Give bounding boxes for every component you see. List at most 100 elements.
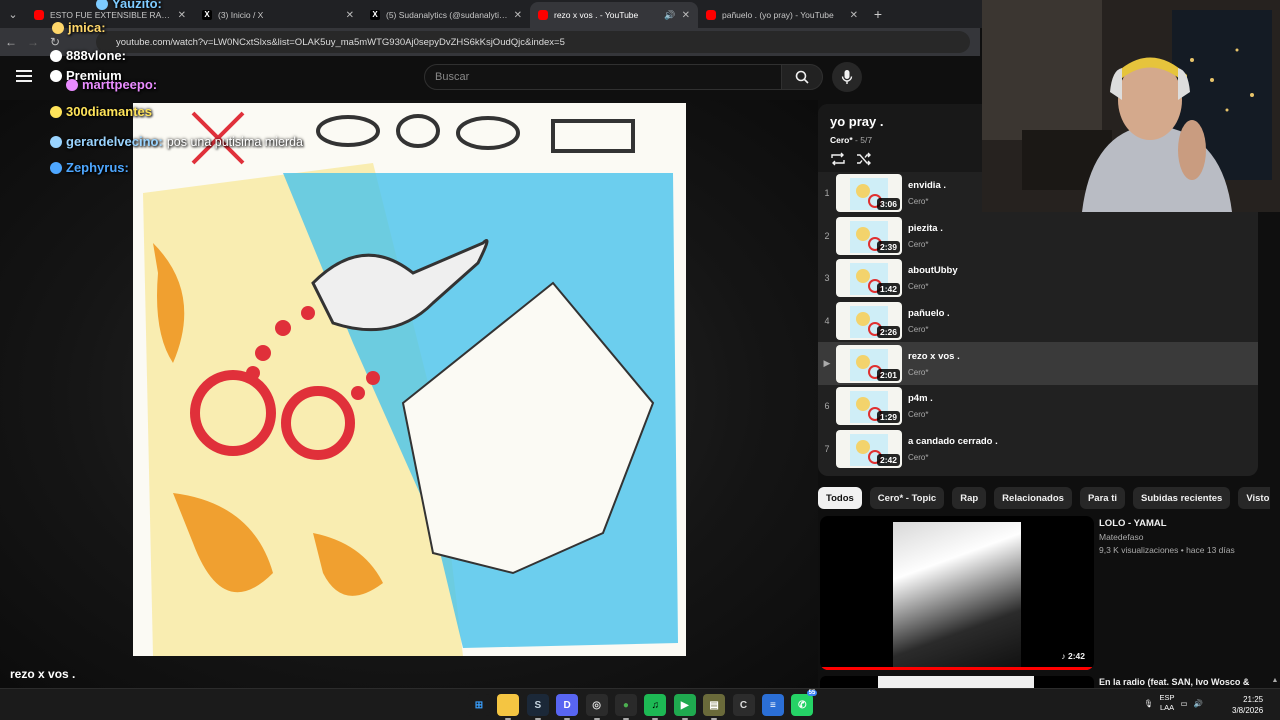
playlist-item[interactable]: 2 2:39 piezita . Cero*: [818, 215, 1258, 258]
back-button[interactable]: ←: [0, 35, 22, 49]
microphone-icon: [841, 70, 853, 84]
playlist-item-title[interactable]: aboutUbby: [908, 265, 958, 276]
search-placeholder: Buscar: [435, 71, 470, 83]
filter-chip[interactable]: Todos: [818, 487, 862, 509]
playlist-item-thumbnail[interactable]: 2:26: [836, 302, 902, 341]
close-tab-icon[interactable]: ✕: [514, 10, 522, 21]
playlist-position: - 5/7: [852, 135, 873, 145]
app-card-icon[interactable]: ▤: [703, 694, 726, 720]
playlist-item[interactable]: 3 1:42 aboutUbby Cero*: [818, 257, 1258, 300]
filter-chip[interactable]: Subidas recientes: [1133, 487, 1231, 509]
ccleaner-icon[interactable]: C: [732, 694, 755, 716]
filter-chip[interactable]: Para ti: [1079, 487, 1125, 509]
browser-tab[interactable]: X (3) Inicio / X ✕: [194, 2, 362, 28]
playlist-item[interactable]: ▶ 2:01 rezo x vos . Cero*: [818, 342, 1258, 385]
playlist-item[interactable]: 4 2:26 pañuelo . Cero*: [818, 300, 1258, 343]
browser-tab[interactable]: ESTO FUE EXTENSIBLE RAGEY... ✕: [26, 2, 194, 28]
url-field[interactable]: youtube.com/watch?v=LW0NCxtSlxs&list=OLA…: [96, 31, 970, 53]
video-title: rezo x vos .: [10, 667, 76, 681]
youtube-icon: [538, 10, 548, 20]
playlist-item-title[interactable]: pañuelo .: [908, 308, 950, 319]
playlist-artist[interactable]: Cero*: [830, 135, 853, 145]
recommendation-thumbnail[interactable]: ♪ 2:42: [820, 516, 1094, 670]
duration-badge: 1:42: [876, 283, 900, 296]
recommendation-stats: 9,3 K visualizaciones • hace 13 días: [1099, 545, 1235, 555]
obs-icon[interactable]: ◎: [585, 694, 608, 720]
playlist-item[interactable]: 7 2:42 a candado cerrado . Cero*: [818, 428, 1258, 471]
menu-icon[interactable]: [16, 70, 32, 82]
tab-audio-icon[interactable]: 🔊: [664, 10, 675, 21]
playlist-item-thumbnail[interactable]: 1:42: [836, 259, 902, 298]
volume-icon[interactable]: 🔊: [1194, 699, 1203, 708]
new-tab-button[interactable]: +: [866, 6, 890, 22]
duration-badge: 2:01: [876, 368, 900, 381]
filter-chip[interactable]: Relacionados: [994, 487, 1072, 509]
playlist-item-artist[interactable]: Cero*: [908, 453, 998, 462]
input-language[interactable]: ESP LAA: [1160, 693, 1175, 713]
youtube-header: Buscar: [0, 56, 980, 100]
playlist-item-title[interactable]: a candado cerrado .: [908, 436, 998, 447]
network-icon[interactable]: ▭: [1181, 699, 1188, 708]
webcam-overlay: [982, 0, 1280, 212]
system-clock[interactable]: 21:25 3/8/2026: [1232, 694, 1263, 716]
scroll-down-icon[interactable]: ▲: [1270, 677, 1280, 684]
forward-button[interactable]: →: [22, 35, 44, 49]
notepad-icon[interactable]: ≡: [761, 694, 784, 716]
reload-button[interactable]: ↻: [44, 35, 66, 49]
recommendation-title[interactable]: LOLO - YAMAL: [1099, 518, 1167, 529]
system-tray: 🎙 ESP LAA ▭ 🔊: [1144, 693, 1203, 713]
browser-tab[interactable]: rezo x vos . - YouTube 🔊 ✕: [530, 2, 698, 28]
search-input[interactable]: Buscar: [424, 64, 782, 90]
windows-start-icon[interactable]: ⊞: [468, 694, 490, 716]
playlist-item-thumbnail[interactable]: 2:39: [836, 216, 902, 255]
playlist-item-artist[interactable]: Cero*: [908, 325, 950, 334]
loop-icon[interactable]: [830, 152, 846, 166]
browser-tab[interactable]: pañuelo . (yo pray) - YouTube ✕: [698, 2, 866, 28]
playlist-item-thumbnail[interactable]: 2:01: [836, 344, 902, 383]
filter-chip[interactable]: Cero* - Topic: [869, 487, 945, 509]
playlist-item-title[interactable]: rezo x vos .: [908, 351, 960, 362]
close-tab-icon[interactable]: ✕: [346, 10, 354, 21]
whatsapp-icon[interactable]: ✆ 55: [791, 690, 818, 716]
youtube-icon: [706, 10, 716, 20]
playlist-item-artist[interactable]: Cero*: [908, 240, 943, 249]
close-tab-icon[interactable]: ✕: [682, 10, 690, 21]
playlist-item-thumbnail[interactable]: 1:29: [836, 387, 902, 426]
tab-search-button[interactable]: ⌄: [0, 0, 26, 28]
filter-chip[interactable]: Rap: [952, 487, 987, 509]
page-scrollbar[interactable]: [1270, 212, 1280, 688]
discord-icon[interactable]: D: [556, 694, 579, 720]
recommendation-item[interactable]: ♪ 2:42 LOLO - YAMAL Matedefaso 9,3 K vis…: [818, 514, 1278, 674]
playlist-item-title[interactable]: p4m .: [908, 393, 933, 404]
playlist-item[interactable]: 6 1:29 p4m . Cero*: [818, 385, 1258, 428]
x-icon: X: [202, 10, 212, 20]
duration-badge: 1:29: [876, 411, 900, 424]
playlist-item-title[interactable]: piezita .: [908, 223, 943, 234]
recommendation-channel[interactable]: Matedefaso: [1099, 532, 1143, 542]
voice-search-button[interactable]: [832, 62, 862, 92]
playlist-item-artist[interactable]: Cero*: [908, 197, 946, 206]
playlist-item-artist[interactable]: Cero*: [908, 282, 958, 291]
playlist-item-thumbnail[interactable]: 3:06: [836, 174, 902, 213]
duration-badge: ♪ 2:42: [1058, 650, 1088, 662]
spotify-icon[interactable]: ♫: [644, 694, 667, 720]
shuffle-icon[interactable]: [856, 152, 872, 166]
playlist-item-title[interactable]: envidia .: [908, 180, 946, 191]
recommendation-title[interactable]: En la radio (feat. SAN, Ivo Wosco &: [1099, 677, 1249, 687]
file-explorer-icon[interactable]: [497, 694, 520, 720]
playlist-item-thumbnail[interactable]: 2:42: [836, 429, 902, 468]
microphone-tray-icon[interactable]: 🎙: [1144, 699, 1154, 708]
close-tab-icon[interactable]: ✕: [850, 10, 858, 21]
playlist-item-index: 4: [824, 316, 830, 327]
duration-badge: 2:42: [876, 453, 900, 466]
chrome-icon[interactable]: ●: [614, 694, 637, 720]
playlist-item-artist[interactable]: Cero*: [908, 410, 933, 419]
app-green-icon[interactable]: ▶: [673, 694, 696, 720]
steam-icon[interactable]: S: [526, 694, 549, 720]
browser-tab[interactable]: X (5) Sudanalytics (@sudanalytics... ✕: [362, 2, 530, 28]
close-tab-icon[interactable]: ✕: [178, 10, 186, 21]
search-button[interactable]: [781, 64, 823, 90]
url-text: youtube.com/watch?v=LW0NCxtSlxs&list=OLA…: [116, 36, 565, 48]
duration-badge: 2:39: [876, 240, 900, 253]
playlist-item-artist[interactable]: Cero*: [908, 368, 960, 377]
